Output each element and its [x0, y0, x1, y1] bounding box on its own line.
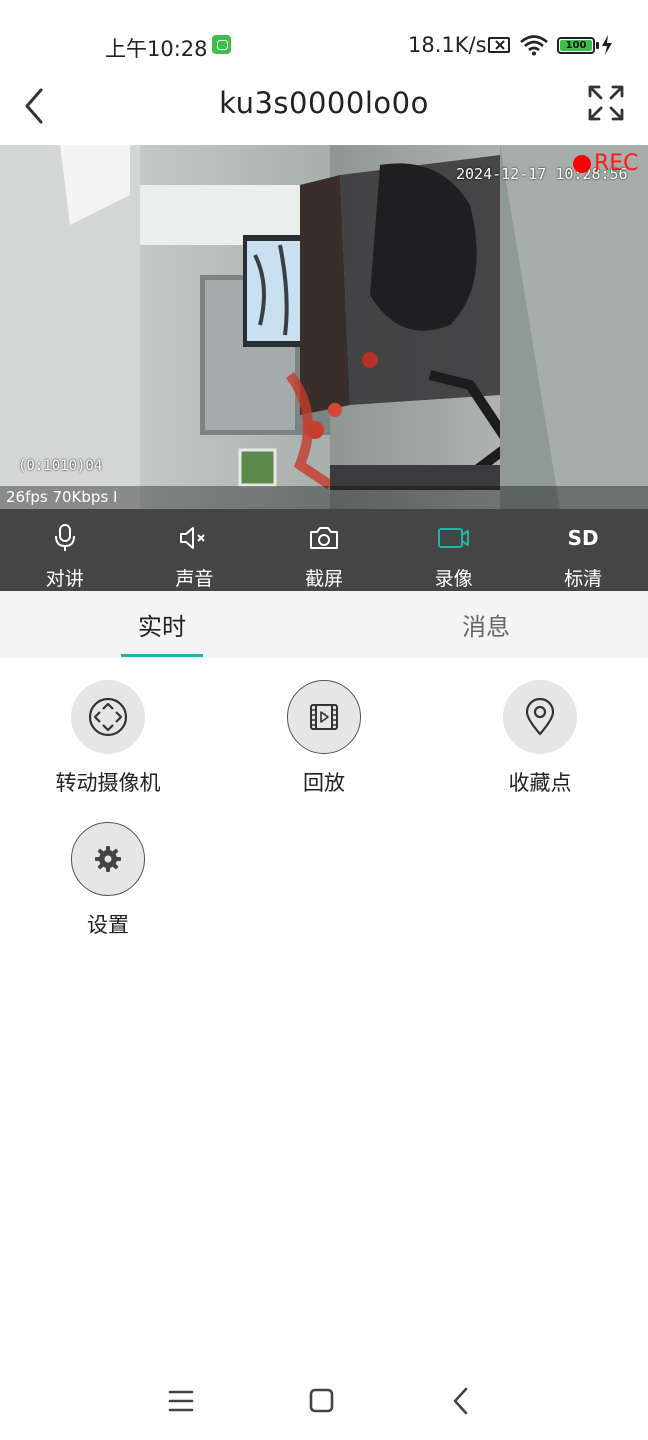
app-notification-icon — [212, 35, 231, 54]
battery-level: 100 — [560, 40, 592, 51]
sd-quality-icon: SD — [566, 523, 600, 553]
intercom-label: 对讲 — [45, 568, 84, 590]
settings-label: 设置 — [87, 913, 129, 937]
wifi-icon — [520, 35, 548, 56]
tab-bar: 实时 消息 — [0, 591, 648, 658]
rec-indicator-dot — [573, 155, 591, 173]
playback-label: 回放 — [303, 771, 345, 795]
rotate-camera-label: 转动摄像机 — [55, 771, 161, 795]
live-video-feed[interactable]: 2024-12-17 10:28:56 REC (0:1010)04 26fps… — [0, 145, 648, 509]
network-speed: 18.1K/s — [408, 33, 487, 57]
tab-live[interactable]: 实时 — [0, 591, 324, 658]
rotate-camera-circle — [71, 680, 145, 754]
battery-tip — [596, 42, 599, 49]
tab-messages[interactable]: 消息 — [324, 591, 648, 658]
channel-id-overlay: (0:1010)04 — [18, 458, 103, 474]
sim-icon — [488, 37, 510, 53]
device-live-view-screen: 上午10:28 18.1K/s 100 ku3s0000lo0o 2024-12… — [0, 0, 648, 1440]
sound-toggle-button[interactable]: 声音 — [130, 509, 260, 591]
screenshot-button[interactable]: 截屏 — [259, 509, 389, 591]
camera-scene-image — [0, 145, 648, 509]
pan-direction-icon — [88, 697, 128, 737]
system-nav-bar — [0, 1370, 648, 1440]
settings-button[interactable]: 设置 — [28, 822, 188, 939]
expand-arrows-icon[interactable] — [587, 84, 625, 122]
favorites-circle — [503, 680, 577, 754]
charging-bolt-icon — [602, 35, 612, 55]
active-tab-indicator — [121, 654, 203, 657]
rec-label: REC — [594, 151, 639, 176]
status-time: 上午10:28 — [105, 37, 208, 61]
home-square-icon[interactable] — [301, 1384, 341, 1418]
sd-icon-text: SD — [567, 526, 599, 550]
intercom-button[interactable]: 对讲 — [0, 509, 130, 591]
quality-sd-button[interactable]: SD 标清 — [518, 509, 648, 591]
video-record-icon — [437, 523, 471, 553]
video-control-bar: 对讲 声音 截屏 录像 SD 标清 — [0, 509, 648, 591]
favorites-button[interactable]: 收藏点 — [460, 680, 620, 797]
video-stats: 26fps 70Kbps I — [0, 486, 648, 509]
playback-circle — [287, 680, 361, 754]
menu-icon[interactable] — [161, 1384, 201, 1418]
quality-label: 标清 — [564, 568, 603, 590]
camera-icon — [307, 523, 341, 553]
screenshot-label: 截屏 — [304, 568, 343, 590]
rotate-camera-button[interactable]: 转动摄像机 — [28, 680, 188, 797]
location-pin-icon — [525, 697, 555, 736]
record-label: 录像 — [434, 568, 473, 590]
favorites-label: 收藏点 — [508, 771, 572, 795]
battery-icon: 100 — [557, 37, 595, 54]
gear-icon — [95, 846, 121, 872]
sound-label: 声音 — [175, 568, 214, 590]
microphone-icon — [48, 523, 82, 553]
settings-circle — [71, 822, 145, 896]
title-bar: ku3s0000lo0o — [0, 70, 648, 142]
page-title: ku3s0000lo0o — [219, 86, 429, 120]
playback-film-icon — [310, 704, 338, 730]
back-chevron-icon[interactable] — [441, 1384, 481, 1418]
playback-button[interactable]: 回放 — [244, 680, 404, 797]
speaker-muted-icon — [177, 523, 211, 553]
record-button[interactable]: 录像 — [389, 509, 519, 591]
